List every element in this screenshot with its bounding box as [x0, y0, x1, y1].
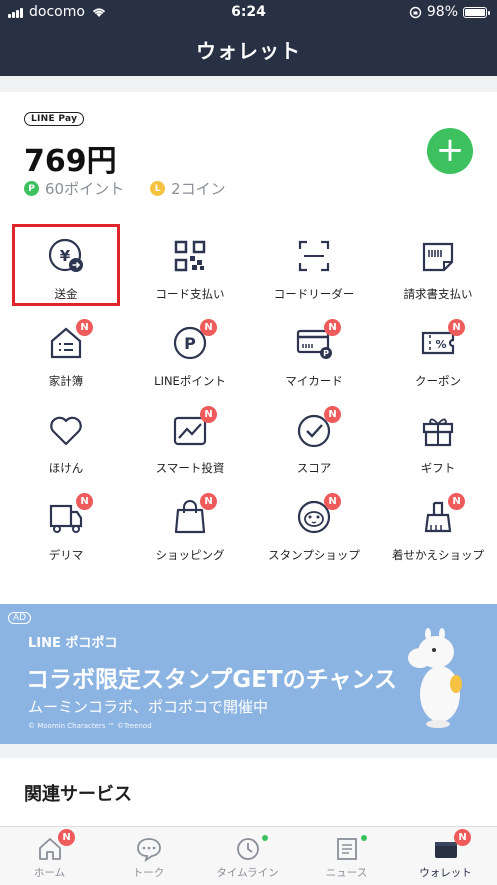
new-badge: N — [324, 406, 341, 423]
balance-amount[interactable]: 769円 — [24, 136, 117, 180]
service-my-card[interactable]: P N マイカード — [252, 315, 376, 402]
new-badge: N — [200, 406, 217, 423]
service-score[interactable]: N スコア — [252, 402, 376, 489]
service-label: ギフト — [420, 461, 456, 475]
service-label: 請求書支払い — [403, 287, 473, 301]
new-badge: N — [58, 829, 75, 846]
service-label: ほけん — [48, 461, 84, 475]
battery-icon — [463, 6, 490, 18]
tab-home[interactable]: N ホーム — [0, 827, 99, 885]
update-dot — [361, 835, 367, 841]
moomin-character-icon — [408, 628, 462, 728]
tab-label: ウォレット — [419, 867, 472, 879]
battery-percent: 98% — [426, 4, 458, 20]
service-gift[interactable]: ギフト — [376, 402, 497, 489]
gift-icon — [422, 418, 454, 447]
orientation-lock-icon — [409, 6, 422, 18]
service-code-payment[interactable]: コード支払い — [128, 228, 252, 315]
service-code-reader[interactable]: コードリーダー — [252, 228, 376, 315]
points-row[interactable]: P 60ポイント L 2コイン — [24, 178, 226, 199]
service-label: コード支払い — [155, 287, 225, 301]
service-shopping[interactable]: N ショッピング — [128, 489, 252, 576]
service-household-book[interactable]: N 家計簿 — [4, 315, 128, 402]
service-label: 着せかえショップ — [392, 548, 484, 562]
tab-timeline[interactable]: タイムライン — [198, 827, 297, 885]
chat-icon — [137, 838, 161, 863]
highlight-frame — [12, 224, 120, 306]
page-title: ウォレット — [196, 39, 301, 63]
service-insurance[interactable]: ほけん — [4, 402, 128, 489]
new-badge: N — [454, 829, 471, 846]
coins-value: 2コイン — [171, 180, 226, 198]
service-theme-shop[interactable]: N 着せかえショップ — [376, 489, 497, 576]
new-badge: N — [76, 493, 93, 510]
service-label: スコア — [296, 461, 332, 475]
tab-wallet[interactable]: N ウォレット — [396, 827, 495, 885]
tab-label: ニュース — [325, 867, 368, 879]
service-label: 家計簿 — [48, 374, 84, 388]
tab-talk[interactable]: トーク — [99, 827, 198, 885]
ad-tag: AD — [8, 612, 32, 624]
new-badge: N — [324, 319, 341, 336]
ad-headline: コラボ限定スタンプGETのチャンス — [26, 667, 397, 693]
service-label: マイカード — [285, 374, 343, 388]
new-badge: N — [324, 493, 341, 510]
section-divider — [0, 744, 497, 758]
news-icon — [337, 838, 357, 860]
service-label: スタンプショップ — [268, 548, 360, 562]
ad-subline: ムーミンコラボ、ポコポコで開催中 — [28, 698, 269, 716]
coin-icon: L — [150, 181, 166, 196]
tab-label: タイムライン — [216, 867, 279, 879]
service-coupon[interactable]: % N クーポン — [376, 315, 497, 402]
ad-copyright: © Moomin Characters ™ ©Treenod — [28, 722, 152, 730]
ad-brand: LINE ポコポコ — [28, 636, 118, 651]
svg-text:%: % — [435, 338, 446, 351]
clock-icon — [237, 838, 259, 860]
scan-frame-icon — [298, 240, 330, 272]
nav-bar: ウォレット — [0, 26, 497, 76]
service-label: デリマ — [48, 548, 84, 562]
tab-label: ホーム — [33, 867, 66, 879]
service-label: クーポン — [415, 374, 461, 388]
svg-text:P: P — [184, 334, 196, 353]
tab-bar: N ホーム トーク タイムライン ニュース N ウォレット — [0, 826, 497, 885]
service-label: LINEポイント — [154, 374, 226, 388]
new-badge: N — [76, 319, 93, 336]
tab-label: トーク — [132, 867, 165, 879]
section-divider — [0, 76, 497, 92]
qr-code-icon — [174, 240, 206, 272]
point-icon: P — [24, 181, 39, 196]
new-badge: N — [448, 493, 465, 510]
tab-news[interactable]: ニュース — [297, 827, 396, 885]
charge-add-button[interactable]: + — [427, 128, 473, 174]
service-smart-investment[interactable]: N スマート投資 — [128, 402, 252, 489]
service-delima[interactable]: N デリマ — [4, 489, 128, 576]
related-services-title: 関連サービス — [24, 784, 132, 805]
service-label: ショッピング — [155, 548, 225, 562]
svg-text:P: P — [323, 349, 329, 358]
update-dot — [262, 835, 268, 841]
invoice-icon — [422, 242, 454, 272]
new-badge: N — [200, 493, 217, 510]
heart-icon — [50, 416, 82, 446]
new-badge: N — [448, 319, 465, 336]
service-label: スマート投資 — [155, 461, 225, 475]
service-label: コードリーダー — [273, 287, 355, 301]
ad-banner[interactable]: AD LINE ポコポコ コラボ限定スタンプGETのチャンス ムーミンコラボ、ポ… — [0, 604, 497, 744]
service-invoice-payment[interactable]: 請求書支払い — [376, 228, 497, 315]
new-badge: N — [200, 319, 217, 336]
service-sticker-shop[interactable]: N スタンプショップ — [252, 489, 376, 576]
service-line-point[interactable]: P N LINEポイント — [128, 315, 252, 402]
line-pay-badge: LINE Pay — [24, 112, 85, 126]
points-value: 60ポイント — [45, 180, 125, 198]
status-bar: docomo 6:24 98% — [0, 0, 497, 26]
